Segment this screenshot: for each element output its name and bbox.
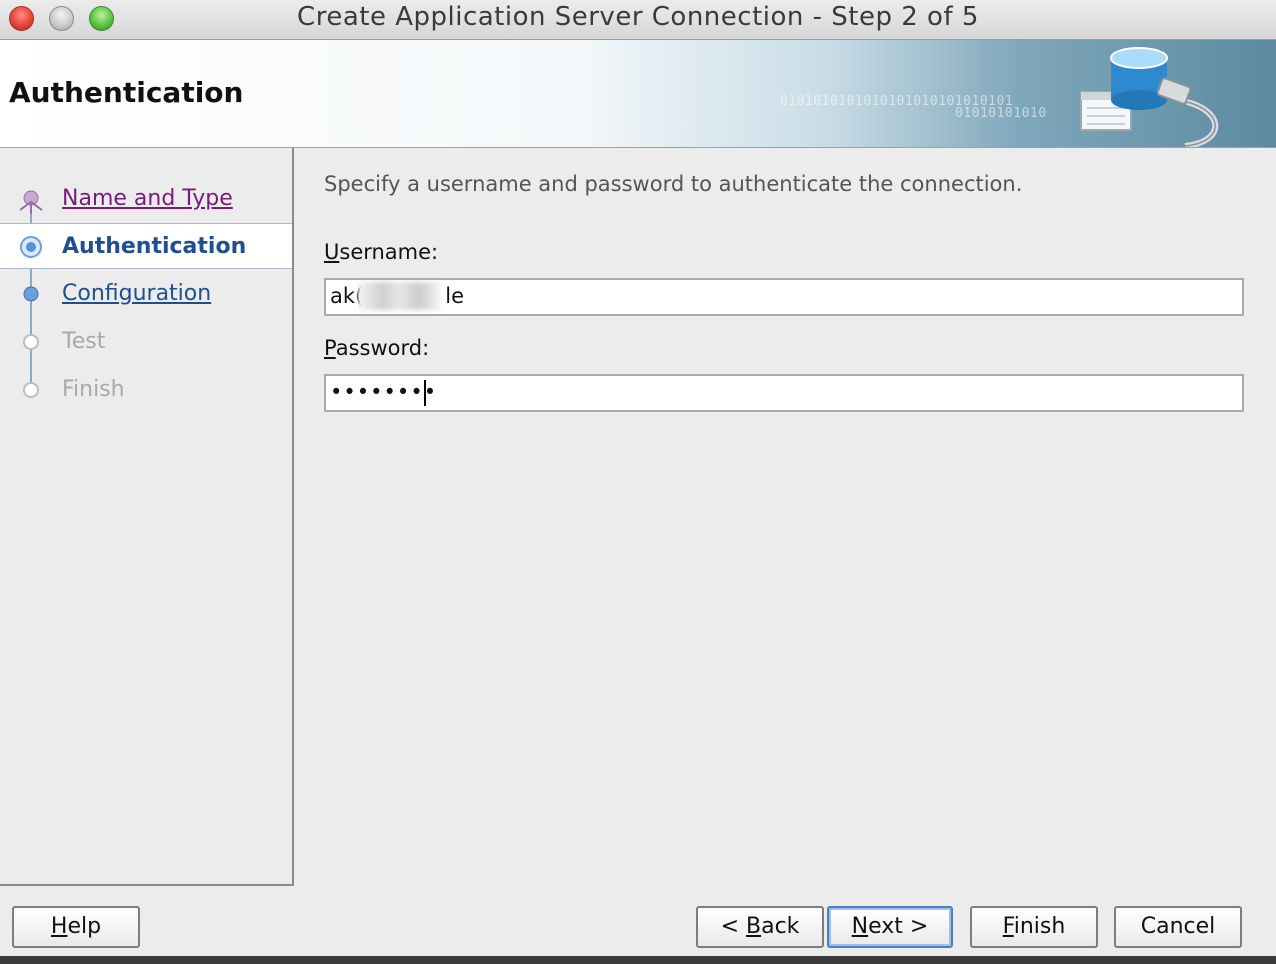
redacted-blur [358,282,440,310]
username-mnemonic: U [324,240,340,264]
visited-step-icon [20,190,43,214]
header-banner: Authentication 0101010101010101010101010… [0,40,1276,148]
password-value: •••••••• [330,380,438,404]
binary-line-2: 01010101010 [955,106,1047,121]
step-finish: Finish [0,367,292,413]
step-label: Name and Type [62,186,233,211]
back-mnemonic: B [746,914,762,939]
page-title: Authentication [9,76,244,109]
instructions-text: Specify a username and password to authe… [324,172,1023,196]
finish-mnemonic: F [1002,914,1014,939]
step-authentication[interactable]: Authentication [0,223,292,269]
text-caret [424,380,426,406]
finish-label: inish [1013,914,1066,939]
help-label: elp [67,914,102,939]
window-title: Create Application Server Connection - S… [297,2,979,32]
current-step-icon [20,236,42,258]
title-bar: Create Application Server Connection - S… [0,0,1276,40]
username-label: Username: [324,240,438,264]
username-field[interactable]: ak(le [324,278,1244,316]
step-label: Test [62,329,106,354]
database-connection-icon [1080,47,1219,147]
back-label: ack [761,914,800,939]
wizard-steps-panel: Name and Type Authentication Configurati… [0,148,294,886]
step-configuration[interactable]: Configuration [0,271,292,317]
username-label-text: sername: [339,240,439,264]
back-button[interactable]: < Back [696,906,824,948]
binary-decoration: 0101010101010101010101010101 01010101010 [780,95,1047,121]
step-dot-icon [23,286,39,302]
help-button[interactable]: Help [12,906,140,948]
next-button[interactable]: Next > [827,906,953,948]
finish-button[interactable]: Finish [970,906,1098,948]
password-label-text: assword: [335,336,430,360]
disabled-step-icon [23,334,39,350]
step-label: Configuration [62,281,212,306]
help-mnemonic: H [50,914,68,939]
next-mnemonic: N [851,914,869,939]
password-field[interactable]: •••••••• [324,374,1244,412]
back-arrow-text: < [720,914,746,939]
step-test: Test [0,319,292,365]
background-window-strip [0,956,1276,964]
step-name-and-type[interactable]: Name and Type [0,176,292,222]
password-label: Password: [324,336,429,360]
username-value-suffix: le [445,284,464,308]
disabled-step-icon [23,382,39,398]
password-mnemonic: P [324,336,336,360]
next-label: ext > [868,914,929,939]
step-label: Finish [62,377,125,402]
step-label: Authentication [62,234,247,259]
cancel-button[interactable]: Cancel [1114,906,1242,948]
